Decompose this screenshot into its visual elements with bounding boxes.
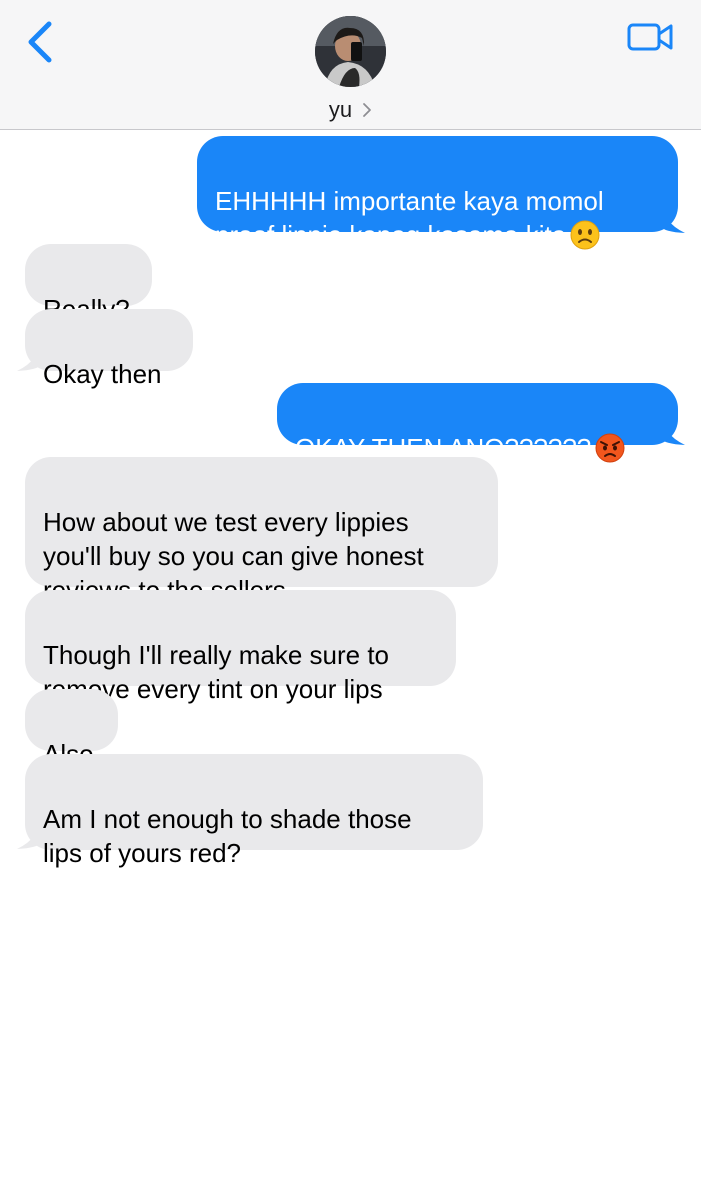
message-bubble-sent[interactable]: EHHHHH importante kaya momol proof lippi… bbox=[197, 136, 678, 250]
message-text: Okay then bbox=[43, 359, 162, 389]
message-bubble-received[interactable]: Also bbox=[25, 689, 118, 769]
chevron-left-icon bbox=[28, 21, 52, 63]
video-call-button[interactable] bbox=[626, 20, 676, 54]
contact-name-button[interactable]: yu bbox=[0, 96, 701, 123]
back-button[interactable] bbox=[22, 18, 62, 66]
contact-avatar[interactable] bbox=[315, 16, 386, 87]
avatar-photo bbox=[315, 16, 386, 87]
message-bubble-sent[interactable]: OKAY THEN ANO?????? bbox=[277, 383, 678, 463]
message-bubble-received[interactable]: Okay then bbox=[25, 309, 193, 389]
video-camera-icon bbox=[627, 23, 673, 51]
message-text: EHHHHH importante kaya momol proof lippi… bbox=[215, 186, 604, 250]
slightly-frowning-face-icon bbox=[570, 220, 600, 250]
message-bubble-received[interactable]: Am I not enough to shade those lips of y… bbox=[25, 754, 483, 868]
message-bubble-received[interactable]: Though I'll really make sure to remove e… bbox=[25, 590, 456, 704]
contact-name: yu bbox=[328, 97, 353, 123]
message-text: Am I not enough to shade those lips of y… bbox=[43, 804, 412, 868]
message-bubble-received[interactable]: Really? bbox=[25, 244, 152, 324]
message-bubble-received[interactable]: How about we test every lippies you'll b… bbox=[25, 457, 498, 605]
angry-face-icon bbox=[595, 433, 625, 463]
conversation-header: yu bbox=[0, 0, 701, 130]
chevron-right-icon bbox=[363, 103, 372, 118]
